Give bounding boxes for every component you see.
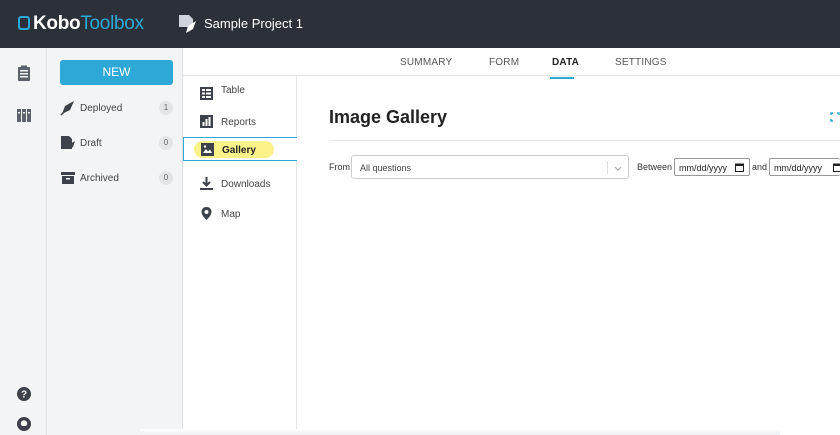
project-tabs: SUMMARY FORM DATA SETTINGS bbox=[183, 48, 840, 76]
subnav-gallery-label: Gallery bbox=[222, 145, 256, 156]
calendar-icon[interactable] bbox=[833, 163, 840, 172]
project-deployed-icon bbox=[179, 15, 196, 33]
draft-icon bbox=[61, 136, 75, 149]
date-from-value: mm/dd/yyyy bbox=[679, 163, 728, 173]
archive-icon bbox=[61, 172, 75, 184]
horizontal-scroll-shadow bbox=[140, 429, 780, 435]
gallery-icon bbox=[201, 143, 214, 156]
subnav-table-label: Table bbox=[221, 85, 245, 96]
help-icon[interactable]: ? bbox=[15, 385, 33, 403]
page-title: Image Gallery bbox=[329, 107, 448, 127]
draft-filter[interactable]: Draft 0 bbox=[60, 134, 173, 154]
question-select-value: All questions bbox=[360, 163, 412, 173]
deployed-filter[interactable]: Deployed 1 bbox=[60, 99, 173, 119]
subnav-downloads[interactable]: Downloads bbox=[183, 172, 297, 196]
subnav-map[interactable]: Map bbox=[183, 202, 297, 226]
logo-text-bold: Kobo bbox=[33, 13, 81, 34]
logo-text-light: Toolbox bbox=[80, 13, 144, 34]
draft-label: Draft bbox=[80, 138, 102, 149]
deployed-label: Deployed bbox=[80, 103, 123, 114]
subnav-table[interactable]: Table bbox=[183, 82, 297, 106]
github-icon[interactable] bbox=[15, 415, 33, 433]
svg-text:?: ? bbox=[21, 390, 27, 401]
tab-summary[interactable]: SUMMARY bbox=[400, 57, 452, 68]
tab-data[interactable]: DATA bbox=[552, 57, 579, 68]
subnav-map-label: Map bbox=[221, 209, 241, 220]
library-icon[interactable] bbox=[15, 106, 33, 124]
rocket-icon bbox=[60, 101, 74, 116]
subnav-reports[interactable]: Reports bbox=[183, 110, 297, 134]
date-to-value: mm/dd/yyyy bbox=[774, 163, 823, 173]
download-icon bbox=[200, 177, 213, 190]
tab-form[interactable]: FORM bbox=[489, 57, 519, 68]
kobo-logo-icon bbox=[18, 16, 30, 30]
subnav-gallery[interactable]: Gallery bbox=[183, 137, 297, 161]
title-divider bbox=[329, 140, 840, 141]
new-button[interactable]: NEW bbox=[60, 60, 173, 85]
reports-icon bbox=[200, 115, 213, 128]
active-tab-underline bbox=[550, 77, 574, 79]
forms-icon[interactable] bbox=[15, 65, 33, 83]
map-pin-icon bbox=[201, 207, 212, 220]
data-subnav: Table Reports Gallery Downloads Map bbox=[183, 76, 297, 435]
subnav-reports-label: Reports bbox=[221, 117, 257, 128]
select-separator bbox=[607, 161, 608, 174]
forms-drawer: NEW Deployed 1 Draft 0 Archived 0 bbox=[47, 48, 183, 435]
kobotoolbox-logo[interactable]: KoboToolbox bbox=[18, 13, 144, 35]
date-from-input[interactable]: mm/dd/yyyy bbox=[674, 158, 750, 176]
left-rail: ? bbox=[0, 48, 47, 435]
top-bar: KoboToolbox Sample Project 1 bbox=[0, 0, 840, 48]
archived-label: Archived bbox=[80, 173, 119, 184]
date-to-input[interactable]: mm/dd/yyyy bbox=[769, 158, 840, 176]
draft-count: 0 bbox=[159, 136, 173, 150]
between-label: Between bbox=[637, 162, 673, 172]
calendar-icon[interactable] bbox=[735, 163, 744, 172]
tab-settings[interactable]: SETTINGS bbox=[615, 57, 667, 68]
expand-icon[interactable] bbox=[830, 112, 840, 122]
from-label: From bbox=[329, 162, 350, 172]
table-icon bbox=[200, 87, 213, 100]
subnav-downloads-label: Downloads bbox=[221, 179, 271, 190]
project-title[interactable]: Sample Project 1 bbox=[204, 16, 303, 31]
and-label: and bbox=[752, 162, 768, 172]
archived-filter[interactable]: Archived 0 bbox=[60, 169, 173, 189]
chevron-down-icon bbox=[614, 166, 622, 171]
archived-count: 0 bbox=[159, 171, 173, 185]
question-select[interactable]: All questions bbox=[351, 155, 629, 179]
deployed-count: 1 bbox=[159, 101, 173, 115]
